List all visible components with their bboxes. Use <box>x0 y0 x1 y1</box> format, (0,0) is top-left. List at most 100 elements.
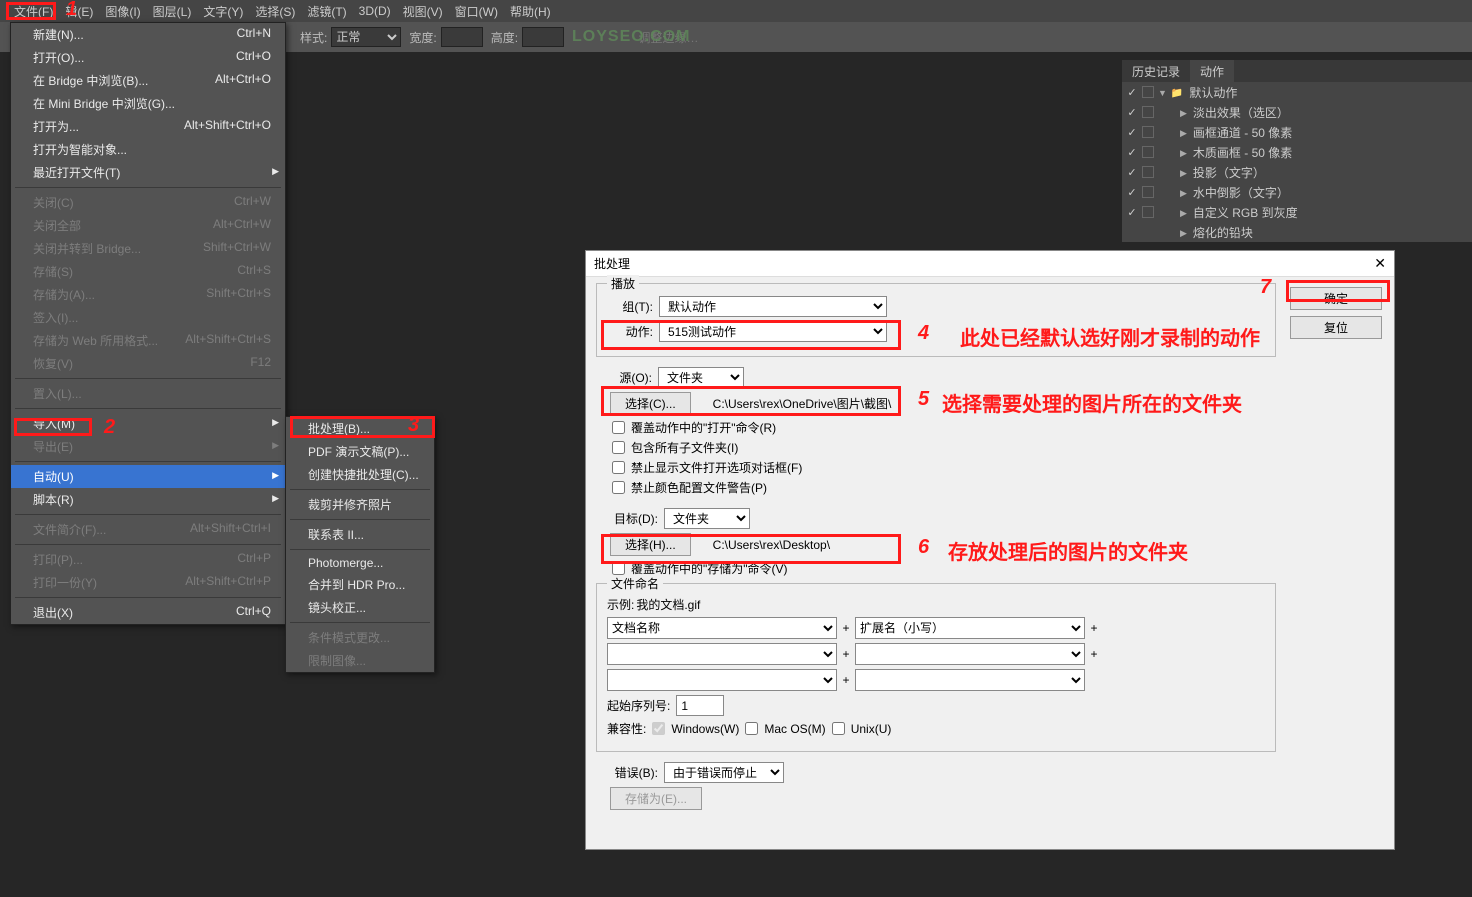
width-input[interactable] <box>441 27 483 47</box>
play-fieldset: 播放 组(T): 默认动作 动作: 515测试动作 <box>596 283 1276 357</box>
close-icon[interactable]: ✕ <box>1374 255 1386 272</box>
menu-image[interactable]: 图像(I) <box>99 0 146 23</box>
action-select[interactable]: 515测试动作 <box>659 321 887 342</box>
menu-item[interactable]: 在 Bridge 中浏览(B)...Alt+Ctrl+O <box>11 69 285 92</box>
choose-source-button[interactable]: 选择(C)... <box>610 392 691 415</box>
cb-override-open-label: 覆盖动作中的"打开"命令(R) <box>631 419 776 436</box>
menu-item[interactable]: 打开为...Alt+Shift+Ctrl+O <box>11 115 285 138</box>
set-select[interactable]: 默认动作 <box>659 296 887 317</box>
choose-dest-button[interactable]: 选择(H)... <box>610 533 691 556</box>
example-value: 我的文档.gif <box>636 596 700 613</box>
folder-label: 默认动作 <box>1187 84 1237 101</box>
dest-select[interactable]: 文件夹 <box>664 508 750 529</box>
action-row[interactable]: 画框通道 - 50 像素 <box>1122 122 1472 142</box>
action-row[interactable]: 水中倒影（文字） <box>1122 182 1472 202</box>
cb-override-open[interactable] <box>612 421 625 434</box>
naming-legend: 文件命名 <box>607 575 663 592</box>
ok-button[interactable]: 确定 <box>1290 287 1382 310</box>
cb-suppress-color-label: 禁止颜色配置文件警告(P) <box>631 479 767 496</box>
action-row[interactable]: 自定义 RGB 到灰度 <box>1122 202 1472 222</box>
menu-item[interactable]: 在 Mini Bridge 中浏览(G)... <box>11 92 285 115</box>
cb-suppress-open-label: 禁止显示文件打开选项对话框(F) <box>631 459 802 476</box>
toggle-box[interactable] <box>1142 86 1154 98</box>
menu-item: 签入(I)... <box>11 306 285 329</box>
menu-window[interactable]: 窗口(W) <box>449 0 504 23</box>
cb-compat-unix[interactable] <box>832 722 845 735</box>
menu-view[interactable]: 视图(V) <box>397 0 449 23</box>
start-seq-input[interactable] <box>676 695 724 716</box>
cb-suppress-color[interactable] <box>612 481 625 494</box>
action-folder-row[interactable]: 默认动作 <box>1122 82 1472 102</box>
submenu-item[interactable]: 合并到 HDR Pro... <box>286 573 434 596</box>
disclosure-icon[interactable] <box>1158 85 1167 99</box>
example-label: 示例: <box>607 596 634 613</box>
batch-dialog: 批处理 ✕ 确定 复位 播放 组(T): 默认动作 动作: 515测试动作 源(… <box>585 250 1395 850</box>
menu-item: 打印一份(Y)Alt+Shift+Ctrl+P <box>11 571 285 594</box>
menu-item: 置入(L)... <box>11 382 285 405</box>
menu-item[interactable]: 退出(X)Ctrl+Q <box>11 601 285 624</box>
source-path: C:\Users\rex\OneDrive\图片\截图\ <box>713 395 892 412</box>
naming-3[interactable] <box>607 643 837 665</box>
tab-history[interactable]: 历史记录 <box>1122 60 1190 82</box>
submenu-item[interactable]: Photomerge... <box>286 553 434 573</box>
watermark: LOYSEO.COM <box>572 28 690 46</box>
width-label: 宽度: <box>409 29 436 46</box>
menu-item: 存储为(A)...Shift+Ctrl+S <box>11 283 285 306</box>
menu-item[interactable]: 导入(M) <box>11 412 285 435</box>
cb-override-save[interactable] <box>612 562 625 575</box>
folder-icon <box>1171 85 1183 99</box>
action-row[interactable]: 木质画框 - 50 像素 <box>1122 142 1472 162</box>
automate-submenu: 批处理(B)...PDF 演示文稿(P)...创建快捷批处理(C)... 裁剪并修… <box>285 416 435 673</box>
menu-item[interactable]: 脚本(R) <box>11 488 285 511</box>
action-row[interactable]: 投影（文字） <box>1122 162 1472 182</box>
submenu-item[interactable]: 批处理(B)... <box>286 417 434 440</box>
actions-panel: 历史记录 动作 默认动作 淡出效果（选区）画框通道 - 50 像素木质画框 - … <box>1122 60 1472 242</box>
menu-edit[interactable]: 辑(E) <box>59 0 99 23</box>
menu-item[interactable]: 自动(U) <box>11 465 285 488</box>
menu-item[interactable]: 最近打开文件(T) <box>11 161 285 184</box>
cb-compat-mac[interactable] <box>745 722 758 735</box>
naming-6[interactable] <box>855 669 1085 691</box>
menu-type[interactable]: 文字(Y) <box>197 0 249 23</box>
naming-4[interactable] <box>855 643 1085 665</box>
menu-item[interactable]: 新建(N)...Ctrl+N <box>11 23 285 46</box>
style-select[interactable]: 正常 <box>331 27 401 47</box>
height-input[interactable] <box>522 27 564 47</box>
action-row[interactable]: 熔化的铅块 <box>1122 222 1472 242</box>
cb-include-sub[interactable] <box>612 441 625 454</box>
menu-filter[interactable]: 滤镜(T) <box>301 0 352 23</box>
submenu-item[interactable]: 创建快捷批处理(C)... <box>286 463 434 486</box>
tab-actions[interactable]: 动作 <box>1190 60 1234 82</box>
menu-item[interactable]: 打开为智能对象... <box>11 138 285 161</box>
menu-help[interactable]: 帮助(H) <box>504 0 557 23</box>
action-row[interactable]: 淡出效果（选区） <box>1122 102 1472 122</box>
menu-3d[interactable]: 3D(D) <box>353 1 397 21</box>
compat-unix-label: Unix(U) <box>851 722 892 736</box>
file-menu-dropdown: 新建(N)...Ctrl+N打开(O)...Ctrl+O在 Bridge 中浏览… <box>10 22 286 625</box>
check-icon <box>1126 85 1138 99</box>
submenu-item: 限制图像... <box>286 649 434 672</box>
play-legend: 播放 <box>607 275 639 292</box>
naming-2[interactable]: 扩展名（小写） <box>855 617 1085 639</box>
menu-layer[interactable]: 图层(L) <box>147 0 198 23</box>
naming-1[interactable]: 文档名称 <box>607 617 837 639</box>
source-select[interactable]: 文件夹 <box>658 367 744 388</box>
menu-bar: 文件(F) 辑(E) 图像(I) 图层(L) 文字(Y) 选择(S) 滤镜(T)… <box>0 0 1472 22</box>
menu-select[interactable]: 选择(S) <box>249 0 301 23</box>
menu-item: 打印(P)...Ctrl+P <box>11 548 285 571</box>
submenu-item[interactable]: 裁剪并修齐照片 <box>286 493 434 516</box>
menu-item: 存储(S)Ctrl+S <box>11 260 285 283</box>
menu-item: 文件简介(F)...Alt+Shift+Ctrl+I <box>11 518 285 541</box>
start-seq-label: 起始序列号: <box>607 697 670 714</box>
naming-5[interactable] <box>607 669 837 691</box>
submenu-item[interactable]: 镜头校正... <box>286 596 434 619</box>
submenu-item[interactable]: PDF 演示文稿(P)... <box>286 440 434 463</box>
reset-button[interactable]: 复位 <box>1290 316 1382 339</box>
menu-file[interactable]: 文件(F) <box>8 0 59 23</box>
submenu-item: 条件模式更改... <box>286 626 434 649</box>
submenu-item[interactable]: 联系表 II... <box>286 523 434 546</box>
errors-select[interactable]: 由于错误而停止 <box>664 762 784 783</box>
cb-suppress-open[interactable] <box>612 461 625 474</box>
menu-item[interactable]: 打开(O)...Ctrl+O <box>11 46 285 69</box>
naming-fieldset: 文件命名 示例: 我的文档.gif 文档名称+ 扩展名（小写）+ + + + 起… <box>596 583 1276 752</box>
